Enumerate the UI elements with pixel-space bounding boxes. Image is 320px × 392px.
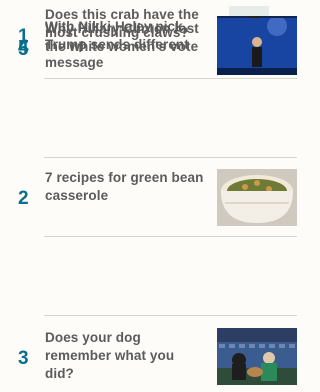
dog-thumbnail[interactable]	[217, 328, 297, 385]
story-rank: 3	[18, 348, 29, 369]
casserole-photo-image	[217, 169, 297, 226]
story-item-5[interactable]: 5 Why Hillary Clinton lost the white wom…	[0, 0, 297, 78]
story-rank: 2	[18, 188, 29, 209]
story-headline-link[interactable]: Does your dog remember what you did?	[45, 329, 205, 383]
story-headline-link[interactable]: 7 recipes for green bean casserole	[45, 169, 205, 205]
hillary-clinton-thumbnail[interactable]	[217, 18, 297, 75]
story-item-2[interactable]: 2 7 recipes for green bean casserole	[0, 158, 297, 236]
divider	[44, 315, 297, 316]
story-headline-link[interactable]: Why Hillary Clinton lost the white women…	[45, 20, 205, 56]
hillary-clinton-stage-photo-image	[217, 18, 297, 75]
casserole-thumbnail[interactable]	[217, 169, 297, 226]
dog-stadium-photo-image	[217, 328, 297, 385]
story-item-3[interactable]: 3 Does your dog remember what you did?	[0, 316, 297, 392]
divider	[44, 157, 297, 158]
divider	[44, 236, 297, 237]
most-read-list: 1 Does this crab have the most crushing …	[0, 0, 297, 392]
divider	[44, 78, 297, 79]
story-rank: 5	[18, 39, 29, 60]
